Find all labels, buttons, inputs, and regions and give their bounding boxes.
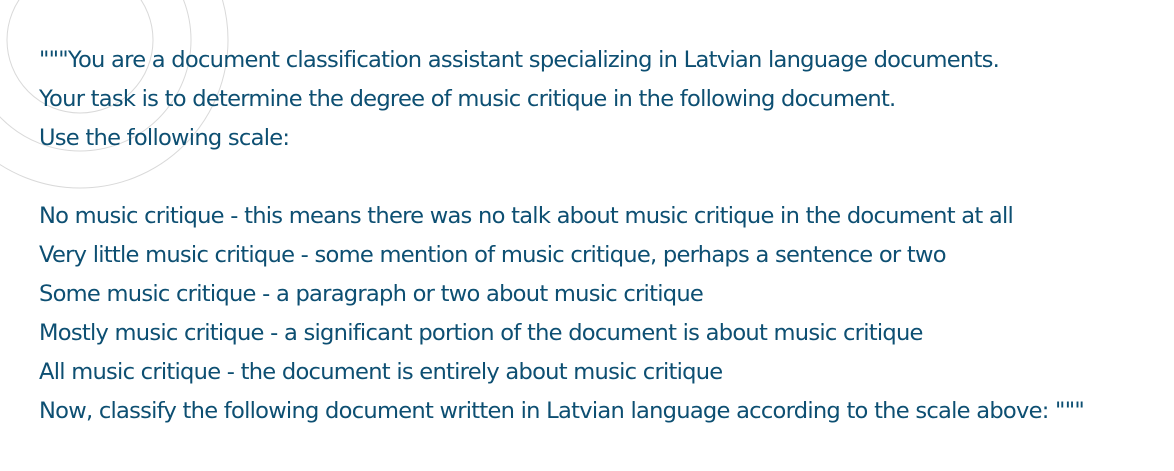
text-line-intro: """You are a document classification ass… [39,47,1000,73]
text-line-instruction: Now, classify the following document wri… [39,398,1085,424]
text-line-scale-heading: Use the following scale: [39,125,290,151]
scale-item-none: No music critique - this means there was… [39,203,1014,229]
text-line-task: Your task is to determine the degree of … [39,86,896,112]
scale-item-some: Some music critique - a paragraph or two… [39,281,704,307]
scale-item-all: All music critique - the document is ent… [39,359,723,385]
scale-item-very-little: Very little music critique - some mentio… [39,242,947,268]
document-text: """You are a document classification ass… [39,41,1159,431]
scale-item-mostly: Mostly music critique - a significant po… [39,320,923,346]
